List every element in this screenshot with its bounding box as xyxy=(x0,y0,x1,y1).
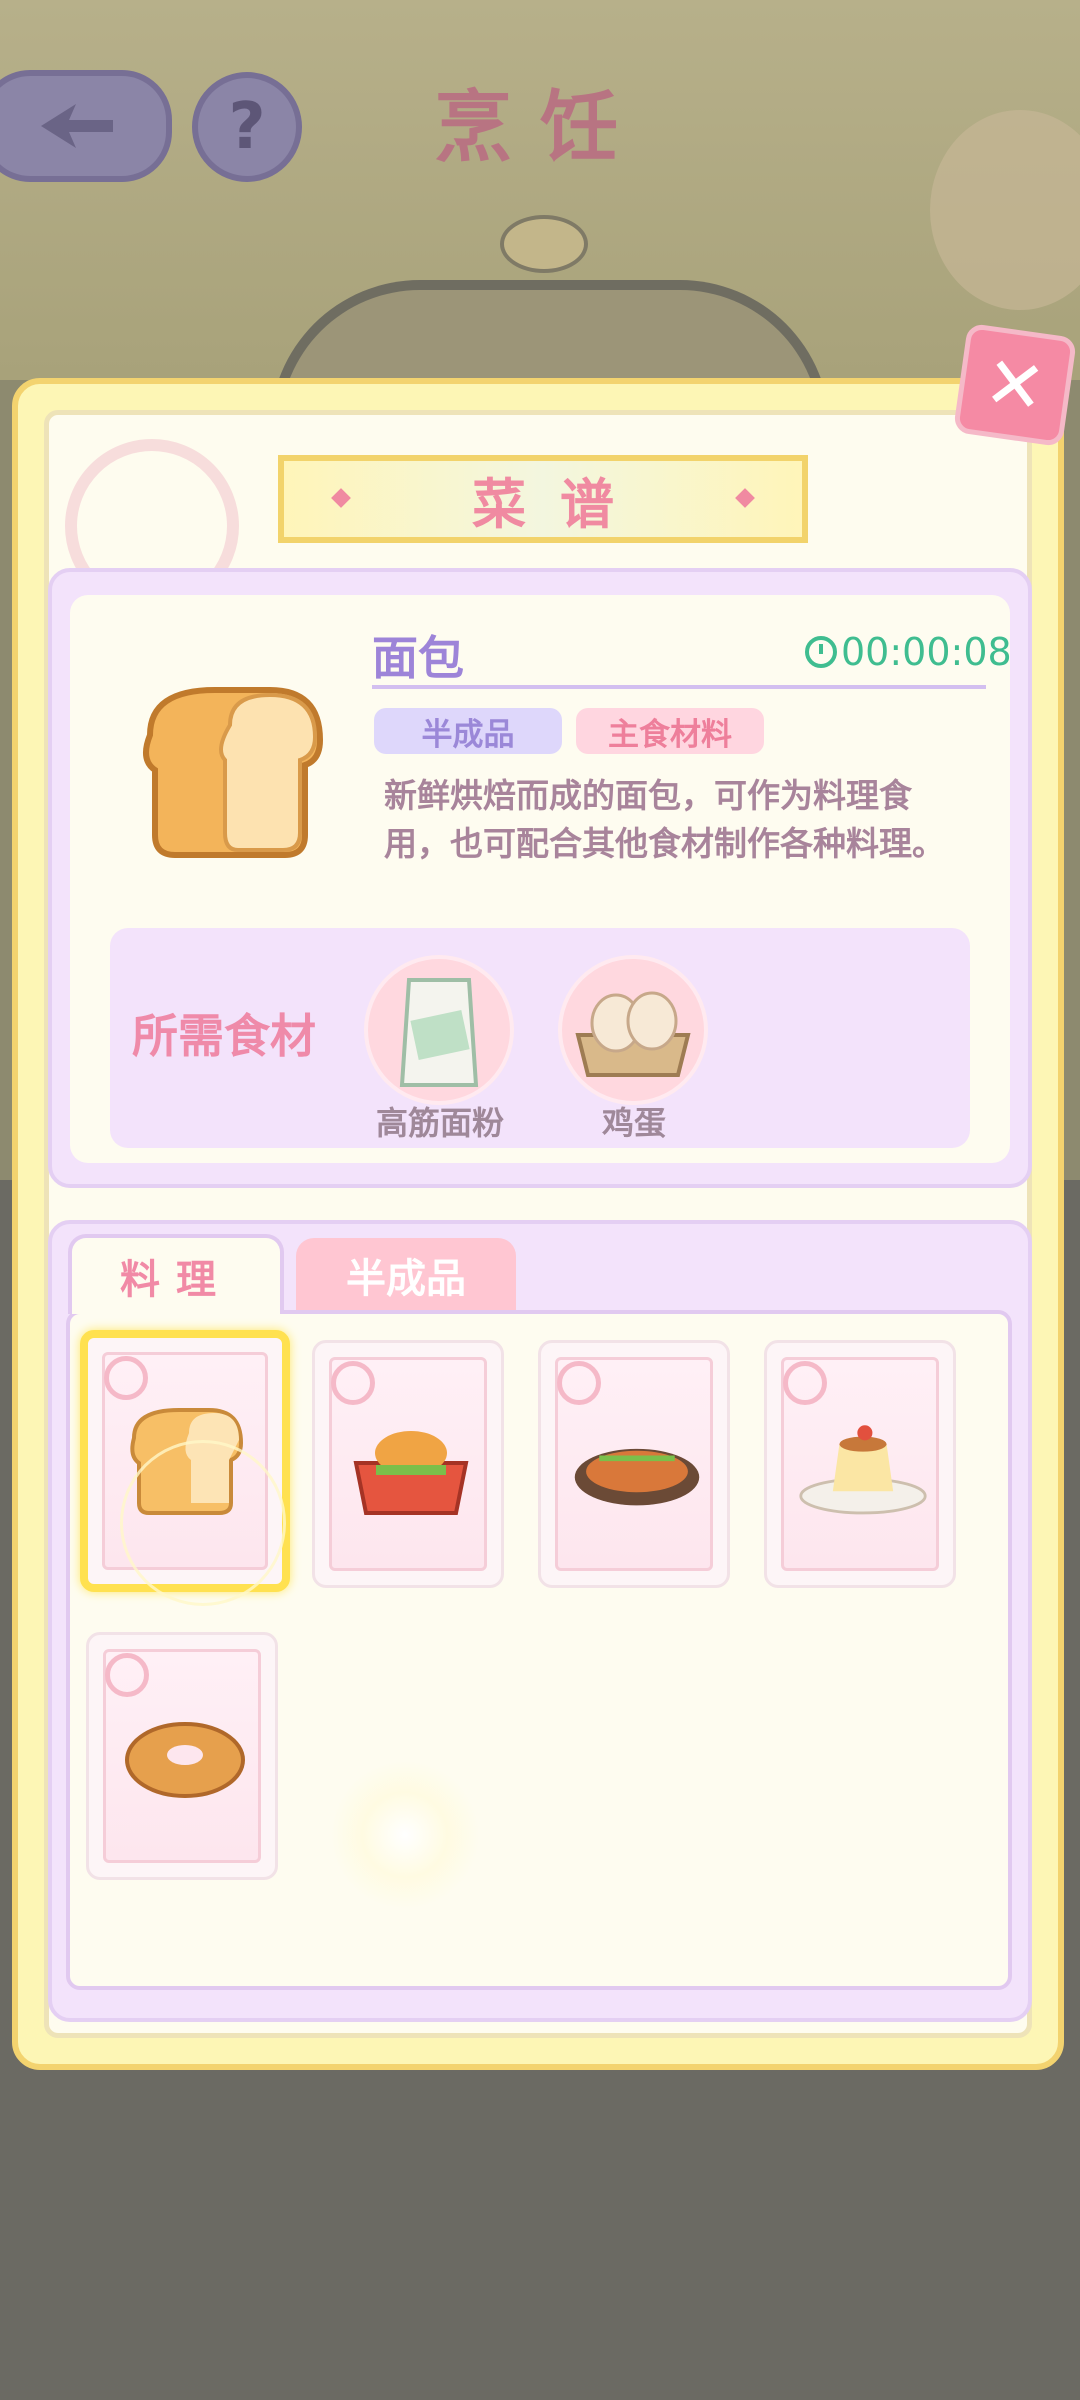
question-icon: ? xyxy=(228,90,266,164)
ribbon-dot-icon xyxy=(735,488,755,508)
cook-time-value: 00:00:08 xyxy=(841,630,1012,674)
recipe-card-grilled-chicken[interactable] xyxy=(538,1340,730,1588)
sparkle-glow xyxy=(330,1760,480,1910)
recipe-card-pudding[interactable] xyxy=(764,1340,956,1588)
cook-time: 00:00:08 xyxy=(805,630,1012,674)
ingredient-eggs[interactable] xyxy=(558,955,708,1105)
donut-icon xyxy=(119,1695,251,1815)
item-name: 面包 xyxy=(372,631,464,685)
eggs-icon xyxy=(575,991,691,1077)
divider xyxy=(372,685,986,689)
recipe-card-donut[interactable] xyxy=(86,1632,278,1880)
fork-spoon-icon xyxy=(557,1361,601,1405)
background-bottom xyxy=(0,2060,1080,2400)
dialog-title: 菜谱 xyxy=(472,472,648,536)
dome-knob xyxy=(500,215,588,273)
pudding-icon xyxy=(797,1403,929,1523)
fork-spoon-icon xyxy=(105,1653,149,1697)
bread-icon xyxy=(143,687,324,858)
ingredient-flour[interactable] xyxy=(364,955,514,1105)
tag-semi-finished: 半成品 xyxy=(374,708,562,754)
fork-spoon-icon xyxy=(104,1356,148,1400)
close-icon: ✕ xyxy=(979,339,1051,431)
page-title: 烹饪 xyxy=(433,83,646,173)
item-description: 新鲜烘焙而成的面包，可作为料理食用，也可配合其他食材制作各种料理。 xyxy=(384,776,945,863)
help-button[interactable]: ? xyxy=(192,72,302,182)
back-button[interactable] xyxy=(0,70,172,182)
ingredient-eggs-label: 鸡蛋 xyxy=(601,1104,666,1142)
close-button[interactable]: ✕ xyxy=(952,322,1078,448)
clock-icon xyxy=(805,636,837,668)
ingredient-flour-label: 高筋面粉 xyxy=(375,1104,504,1142)
grilled-chicken-icon xyxy=(571,1403,703,1523)
tab-cuisine[interactable]: 料理 xyxy=(68,1234,284,1314)
ingredients-title: 所需食材 xyxy=(132,1009,316,1063)
flour-icon xyxy=(399,978,479,1087)
ribbon-dot-icon xyxy=(331,488,351,508)
fork-spoon-icon xyxy=(783,1361,827,1405)
dialog-title-ribbon: 菜谱 xyxy=(278,455,808,543)
fork-spoon-icon xyxy=(331,1361,375,1405)
selection-ring xyxy=(120,1440,286,1606)
burger-box-icon xyxy=(345,1403,477,1523)
tab-semi-finished[interactable]: 半成品 xyxy=(296,1238,516,1312)
tag-staple-ingredient: 主食材料 xyxy=(576,708,764,754)
back-arrow-icon xyxy=(41,104,113,148)
recipe-card-burger[interactable] xyxy=(312,1340,504,1588)
